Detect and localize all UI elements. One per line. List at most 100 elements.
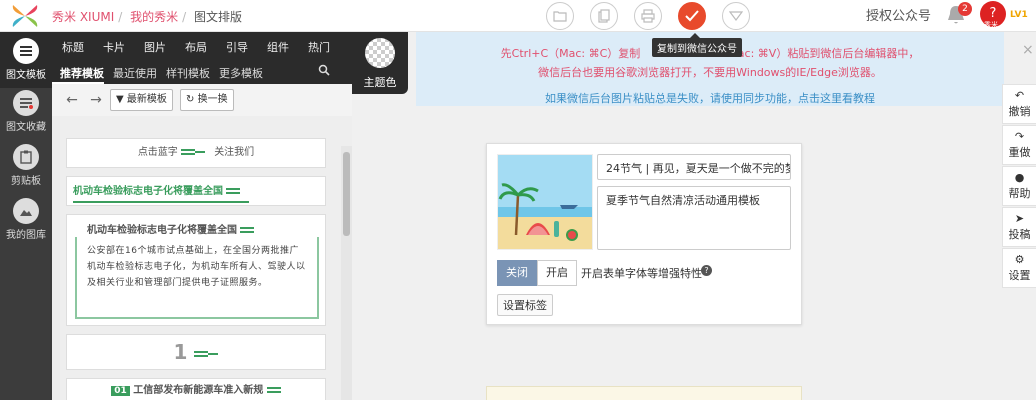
template-text: 点击蓝字 — [137, 147, 178, 158]
breadcrumb-my-xiumi[interactable]: 我的秀米 — [130, 10, 178, 24]
theme-color-button[interactable]: 主题色 — [352, 32, 408, 94]
subtabs: 推荐模板 最近使用 样刊模板 更多模板 — [52, 60, 352, 84]
search-icon[interactable] — [318, 64, 330, 76]
settings-label: 设置 — [1008, 269, 1031, 282]
article-body-preview[interactable] — [486, 386, 802, 400]
print-icon[interactable] — [634, 2, 662, 30]
template-card[interactable]: 点击蓝字 关注我们 — [66, 138, 326, 168]
template-card[interactable]: 01 工信部发布新能源车准入新规 — [66, 378, 326, 400]
help-icon: ● — [1014, 171, 1025, 184]
swap-label: 换一换 — [197, 94, 228, 105]
open-folder-icon[interactable] — [546, 2, 574, 30]
template-list: 点击蓝字 关注我们 机动车检验标志电子化将覆盖全国 机动车检验标志电子化将覆盖全… — [52, 116, 352, 400]
help-label: 帮助 — [1008, 187, 1031, 200]
swap-button[interactable]: ↻ 换一换 — [180, 89, 234, 111]
favorites-list-icon — [13, 90, 39, 116]
gallery-icon — [13, 198, 39, 224]
template-card[interactable]: 机动车检验标志电子化将覆盖全国 公安部在16个城市试点基础上，在全国分两批推广机… — [66, 214, 326, 326]
help-button[interactable]: ● 帮助 — [1002, 166, 1036, 206]
prev-arrow-icon[interactable]: ← — [62, 90, 82, 110]
next-arrow-icon[interactable]: → — [86, 90, 106, 110]
article-title-input[interactable]: 24节气 | 再见，夏天是一个做不完的梦 — [597, 154, 791, 180]
rail-label: 图文模板 — [6, 70, 46, 81]
equals-icon — [181, 147, 195, 157]
equals-icon — [266, 385, 281, 395]
refresh-icon: ↻ — [186, 94, 195, 105]
theme-label: 主题色 — [363, 76, 397, 89]
toggle-on-button[interactable]: 开启 — [537, 260, 577, 286]
close-icon[interactable]: × — [1022, 42, 1034, 58]
rail-item-clipboard[interactable]: 剪贴板 — [0, 144, 52, 194]
gear-icon: ⚙ — [1014, 253, 1025, 266]
subtab-recommended[interactable]: 推荐模板 — [52, 60, 104, 84]
cover-image[interactable] — [497, 154, 593, 250]
question-icon[interactable]: ? — [701, 265, 712, 276]
category-tab[interactable]: 引导 — [216, 32, 257, 60]
settings-button[interactable]: ⚙ 设置 — [1002, 248, 1036, 288]
template-body: 公安部在16个城市试点基础上，在全国分两批推广机动车检验标志电子化，为机动车所有… — [75, 237, 319, 319]
breadcrumb-home[interactable]: 秀米 XIUMI — [52, 10, 114, 24]
breadcrumb: 秀米 XIUMI / 我的秀米 / 图文排版 — [52, 10, 243, 24]
latest-templates-button[interactable]: ▼ 最新模板 — [110, 89, 173, 111]
category-tab[interactable]: 热门 — [298, 32, 339, 60]
left-rail: 图文模板 图文收藏 剪贴板 我的图库 — [0, 32, 52, 400]
avatar-label: 秀米 — [984, 21, 998, 29]
category-tab[interactable]: 布局 — [175, 32, 216, 60]
beach-illustration-icon — [498, 155, 592, 249]
send-icon: ➤ — [1014, 212, 1025, 225]
notice-line-2: 微信后台也要用谷歌浏览器打开，不要用Windows的IE/Edge浏览器。 — [538, 66, 882, 79]
xiumi-logo-icon[interactable] — [10, 2, 40, 30]
enhance-toggle: 关闭 开启 — [497, 260, 577, 286]
breadcrumb-current: 图文排版 — [194, 10, 243, 24]
template-text: 关注我们 — [214, 147, 255, 158]
template-text: 机动车检验标志电子化将覆盖全国 — [87, 225, 237, 236]
category-tab[interactable]: 组件 — [257, 32, 298, 60]
rail-label: 我的图库 — [6, 230, 46, 241]
subtab-recent[interactable]: 最近使用 — [104, 60, 157, 84]
rail-item-favorites[interactable]: 图文收藏 — [0, 90, 52, 140]
scroll-thumb[interactable] — [343, 152, 350, 236]
undo-label: 撤销 — [1008, 105, 1031, 118]
article-description-input[interactable]: 夏季节气自然清凉活动通用模板 — [597, 186, 791, 250]
copy-tooltip: 复制到微信公众号 — [652, 33, 742, 57]
template-toolbar: ← → ▼ 最新模板 ↻ 换一换 — [52, 84, 352, 116]
category-tab[interactable]: 标题 — [52, 32, 93, 60]
right-action-bar: ↶ 撤销 ↷ 重做 ● 帮助 ➤ 投稿 ⚙ 设置 — [1002, 84, 1036, 289]
undo-icon: ↶ — [1014, 89, 1025, 102]
category-tabs: 标题 卡片 图片 布局 引导 组件 热门 — [52, 32, 352, 60]
category-tab[interactable]: 图片 — [134, 32, 175, 60]
level-badge: LV1 — [1010, 10, 1028, 20]
template-text: 1 — [173, 340, 188, 364]
template-text: 机动车检验标志电子化将覆盖全国 — [73, 186, 223, 197]
copy-to-wechat-button[interactable] — [678, 2, 706, 30]
equals-icon — [194, 349, 209, 359]
template-panel: 标题 卡片 图片 布局 引导 组件 热门 推荐模板 最近使用 样刊模板 更多模板… — [52, 32, 352, 400]
rail-item-gallery[interactable]: 我的图库 — [0, 198, 52, 248]
template-card[interactable]: 机动车检验标志电子化将覆盖全国 — [66, 176, 326, 206]
subtab-more[interactable]: 更多模板 — [210, 60, 263, 84]
latest-templates-label: 最新模板 — [126, 94, 167, 105]
authorize-account-link[interactable]: 授权公众号 — [866, 5, 931, 24]
subtab-sample[interactable]: 样刊模板 — [157, 60, 210, 84]
panel-scrollbar[interactable] — [341, 146, 352, 400]
template-card[interactable]: 1 — [66, 334, 326, 370]
equals-icon — [240, 225, 255, 235]
rail-label: 图文收藏 — [6, 122, 46, 133]
template-number: 01 — [111, 386, 130, 396]
sync-down-icon[interactable] — [722, 2, 750, 30]
category-tab[interactable]: 卡片 — [93, 32, 134, 60]
redo-button[interactable]: ↷ 重做 — [1002, 125, 1036, 165]
submit-button[interactable]: ➤ 投稿 — [1002, 207, 1036, 247]
toggle-off-button[interactable]: 关闭 — [497, 260, 537, 286]
notice-tutorial-link[interactable]: 如果微信后台图片粘贴总是失败，请使用同步功能，点击这里看教程 — [416, 90, 1004, 106]
template-text: 工信部发布新能源车准入新规 — [133, 385, 264, 396]
article-editor-card: 24节气 | 再见，夏天是一个做不完的梦 夏季节气自然清凉活动通用模板 关闭 开… — [486, 143, 802, 325]
rail-label: 剪贴板 — [11, 176, 41, 187]
copy-files-icon[interactable] — [590, 2, 618, 30]
undo-button[interactable]: ↶ 撤销 — [1002, 84, 1036, 124]
notice-line-1-right: Mac: ⌘V）粘贴到微信后台编辑器中， — [728, 47, 920, 60]
redo-label: 重做 — [1008, 146, 1031, 159]
rail-item-templates[interactable]: 图文模板 — [0, 32, 52, 88]
set-tags-button[interactable]: 设置标签 — [497, 294, 553, 316]
top-bar: 秀米 XIUMI / 我的秀米 / 图文排版 授权公众号 2 ? 秀米 LV1 — [0, 0, 1036, 32]
